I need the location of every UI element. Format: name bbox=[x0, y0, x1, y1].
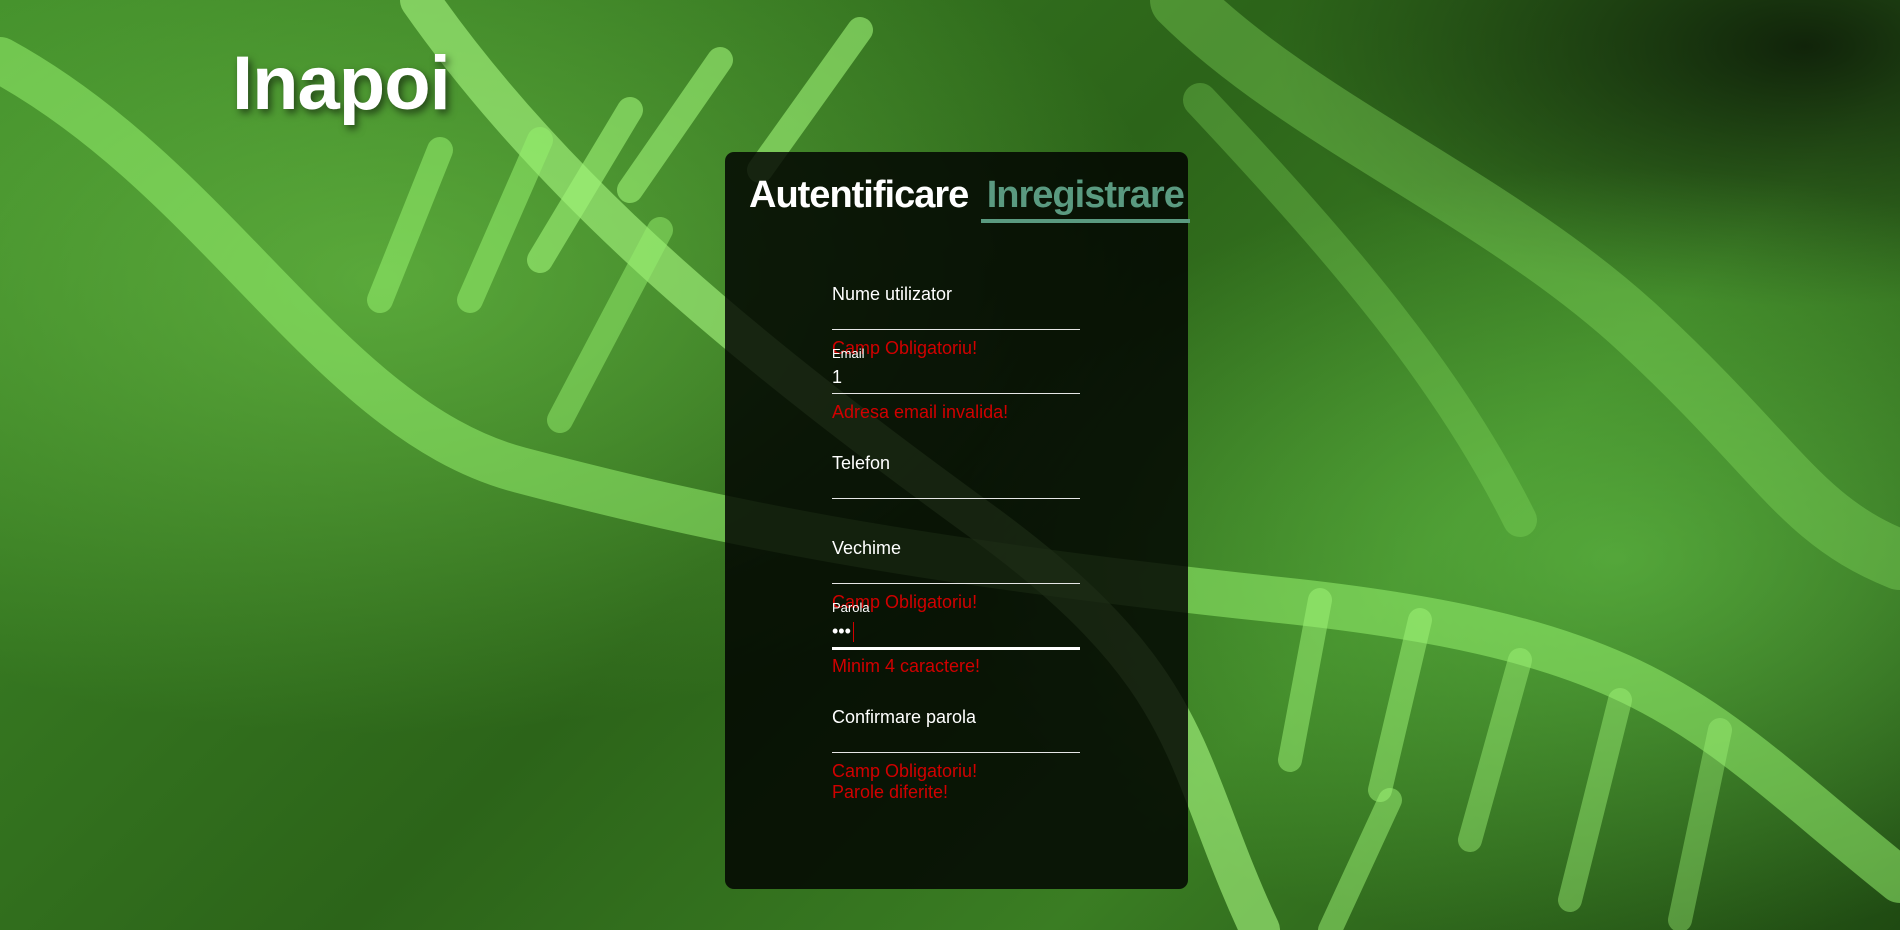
email-input[interactable] bbox=[832, 365, 1080, 389]
seniority-label: Vechime bbox=[832, 538, 902, 558]
tab-register[interactable]: Inregistrare bbox=[980, 174, 1190, 223]
phone-field: Telefon bbox=[832, 453, 1080, 499]
password-underline bbox=[832, 647, 1080, 650]
password-error: Minim 4 caractere! bbox=[832, 656, 981, 676]
tab-login[interactable]: Autentificare bbox=[749, 174, 969, 217]
confirm-password-error-required: Camp Obligatoriu! bbox=[832, 761, 978, 781]
password-field: Parola ••• Minim 4 caractere! bbox=[832, 600, 1080, 677]
back-link[interactable]: Inapoi bbox=[232, 40, 451, 127]
password-value: ••• bbox=[832, 621, 851, 641]
confirm-password-error-mismatch: Parole diferite! bbox=[832, 782, 949, 802]
confirm-password-underline bbox=[832, 752, 1080, 753]
username-input[interactable] bbox=[832, 305, 1080, 329]
email-field: Email Adresa email invalida! bbox=[832, 346, 1080, 423]
confirm-password-input[interactable] bbox=[832, 728, 1080, 752]
phone-input[interactable] bbox=[832, 474, 1080, 498]
auth-panel: Autentificare Inregistrare Nume utilizat… bbox=[725, 152, 1190, 889]
username-label: Nume utilizator bbox=[832, 284, 953, 304]
text-caret bbox=[852, 622, 854, 643]
confirm-password-field: Confirmare parola Camp Obligatoriu! Paro… bbox=[832, 707, 1080, 803]
seniority-input[interactable] bbox=[832, 559, 1080, 583]
email-underline bbox=[832, 393, 1080, 394]
email-error: Adresa email invalida! bbox=[832, 402, 1009, 422]
password-label: Parola bbox=[832, 600, 870, 615]
password-input[interactable]: ••• bbox=[832, 619, 1080, 643]
email-label: Email bbox=[832, 346, 865, 361]
username-underline bbox=[832, 329, 1080, 330]
seniority-underline bbox=[832, 583, 1080, 584]
auth-tabs: Autentificare Inregistrare bbox=[749, 174, 1190, 223]
phone-label: Telefon bbox=[832, 453, 891, 473]
phone-underline bbox=[832, 498, 1080, 499]
confirm-password-label: Confirmare parola bbox=[832, 707, 977, 727]
